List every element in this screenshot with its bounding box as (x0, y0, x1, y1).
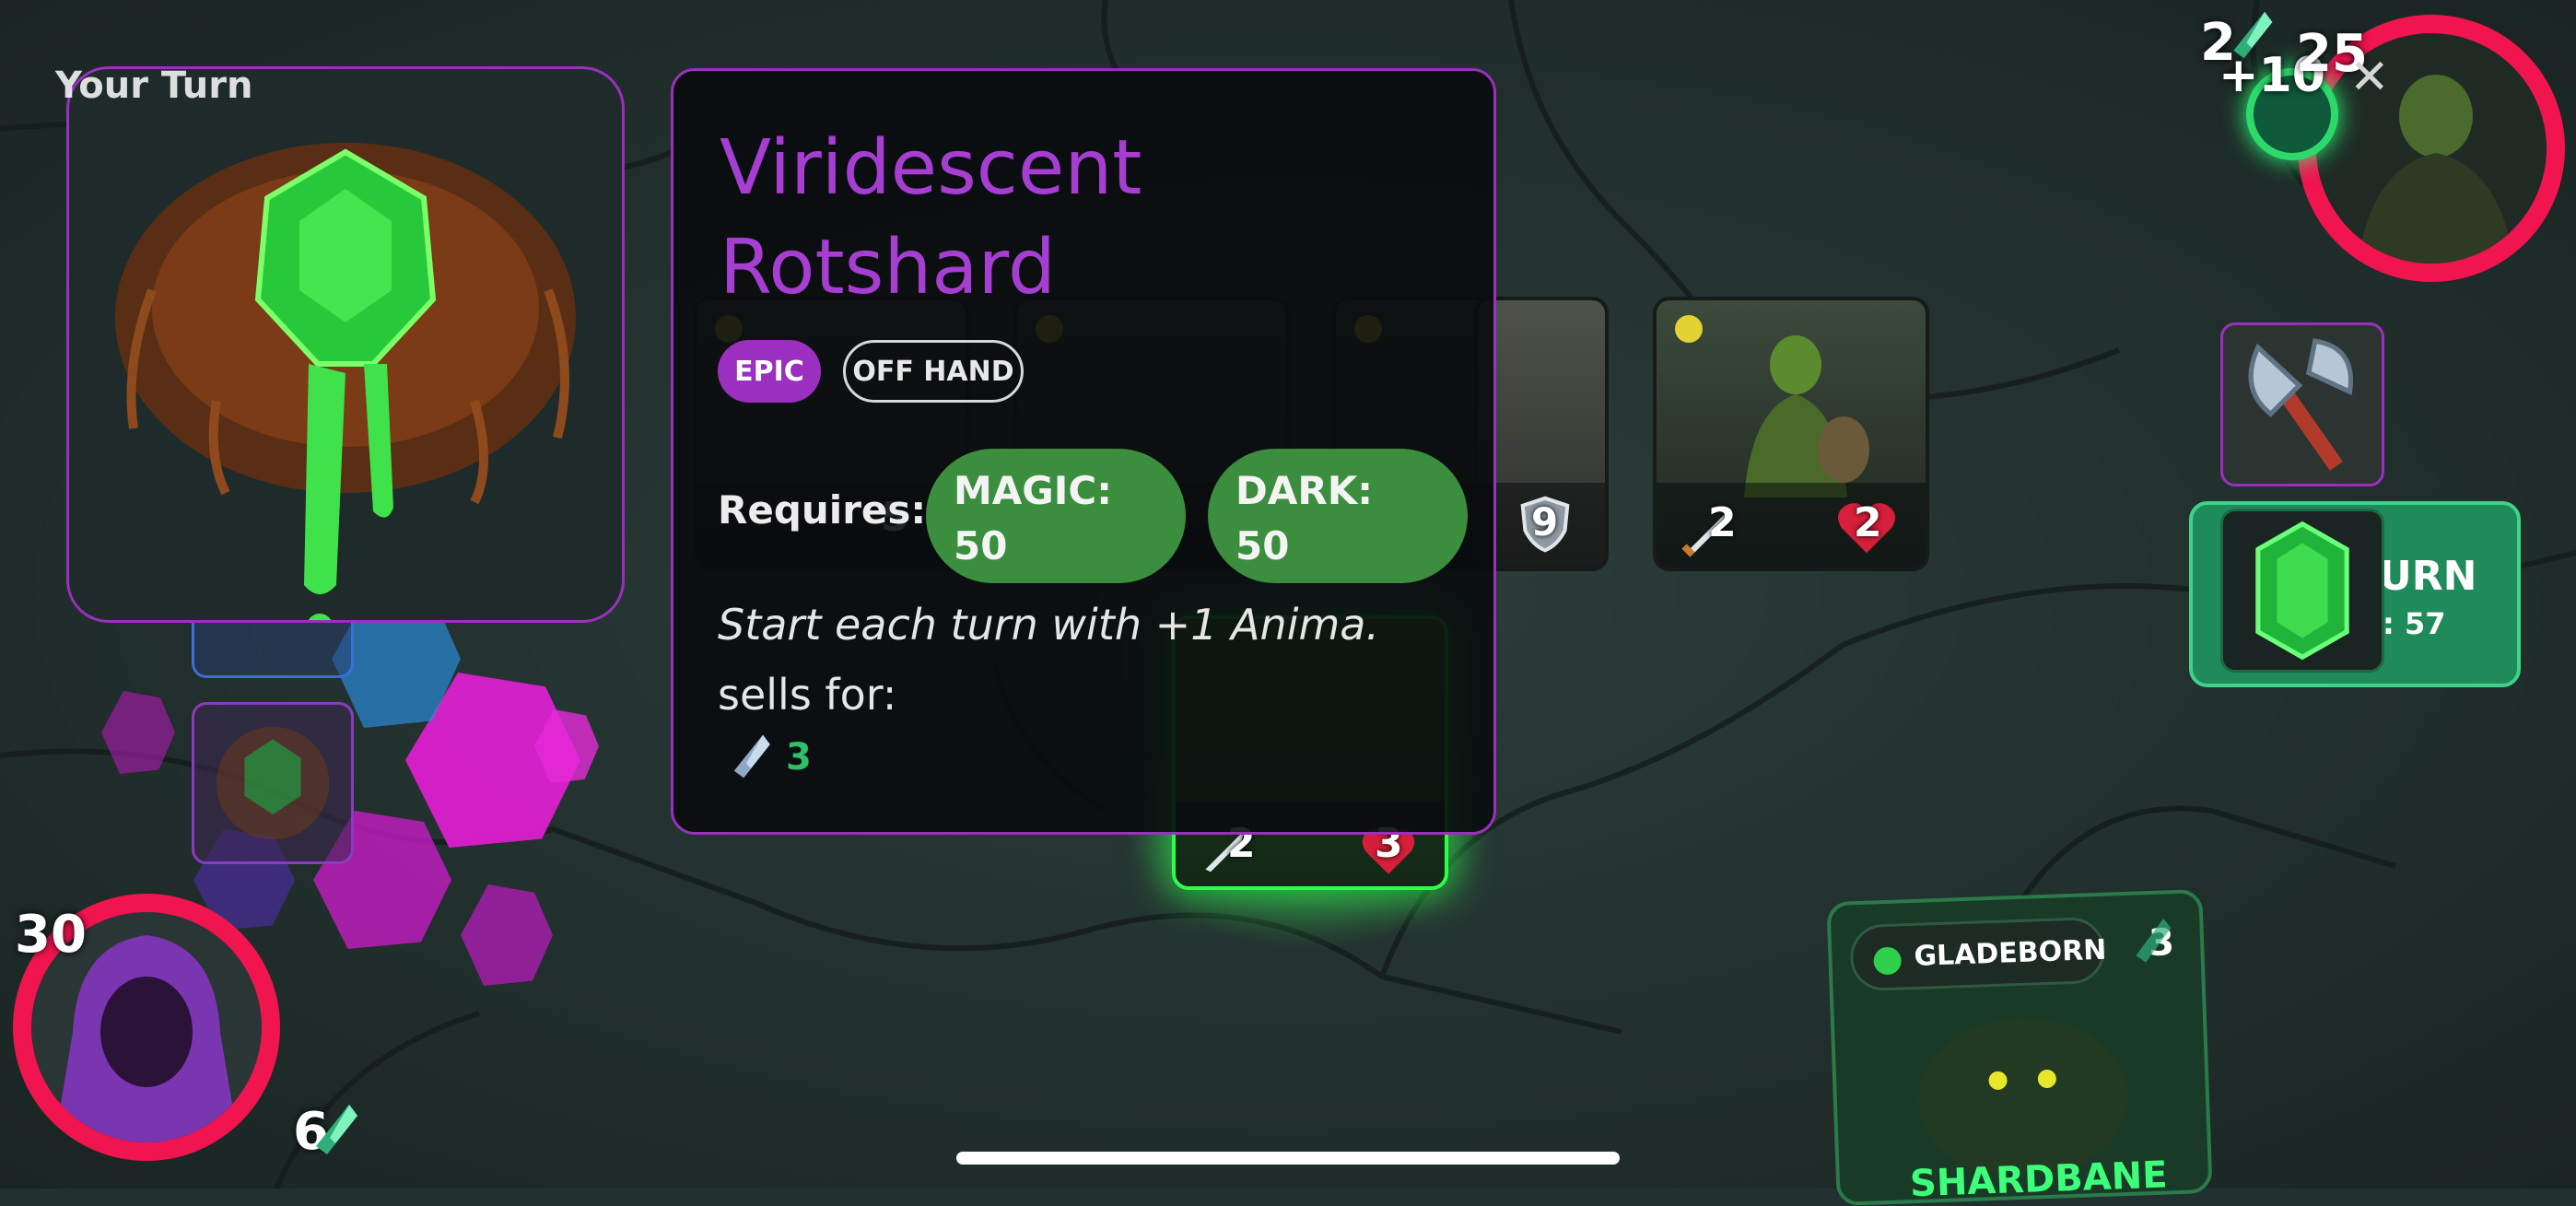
requirement-stat: DARK: (1235, 468, 1374, 513)
close-icon[interactable]: ✕ (2349, 50, 2390, 105)
rarity-badge: EPIC (718, 340, 821, 403)
player-health: 30 (15, 905, 87, 965)
item-effect: Start each turn with +1 Anima. (718, 600, 1380, 650)
item-art-preview (66, 66, 625, 623)
sells-for-label: sells for: (718, 670, 897, 720)
card-art (1918, 1018, 2128, 1178)
opponent-weapon-slot[interactable] (2220, 322, 2384, 486)
requirement-magic: MAGIC: 50 (926, 449, 1186, 583)
battle-axe-icon (2248, 338, 2354, 471)
slot-badge: OFF HAND (843, 340, 1024, 403)
requirement-value: 50 (954, 523, 1008, 568)
faction-dot-icon (1873, 946, 1903, 976)
end-turn-label: URN (2379, 553, 2477, 600)
opponent-offhand-slot[interactable] (2220, 509, 2384, 673)
health-value: 2 (1854, 499, 1882, 546)
board-card-orc[interactable]: 2 2 (1653, 297, 1929, 571)
requirement-stat: MAGIC: (954, 468, 1113, 513)
requirement-value: 50 (1235, 523, 1290, 568)
requirement-dark: DARK: 50 (1208, 449, 1468, 583)
hand-card[interactable]: GLADEBORN 3 SHARDBANE (1826, 888, 2213, 1206)
item-tooltip: Viridescent Rotshard EPIC OFF HAND Requi… (671, 68, 1496, 835)
sell-value: 3 (786, 736, 812, 779)
rotshard-gem-icon (216, 726, 330, 840)
emerald-gem-icon (2255, 521, 2349, 661)
equipment-slot-rotshard[interactable] (192, 702, 354, 864)
item-name: Viridescent Rotshard (720, 124, 1142, 311)
armor-value: 9 (1531, 499, 1559, 544)
turn-timer: : 57 (2383, 606, 2446, 641)
anima-crystal-icon (733, 734, 770, 779)
home-indicator[interactable] (956, 1152, 1620, 1165)
orc-warrior-icon (1744, 335, 1869, 498)
attack-value: 2 (1708, 499, 1737, 546)
faction-name: GLADEBORN (1913, 933, 2107, 973)
anima-crystal-icon (316, 1105, 357, 1154)
rotshard-gem-icon (115, 143, 576, 620)
requires-label: Requires: (718, 487, 927, 533)
anima-crystal-icon (2136, 919, 2172, 963)
card-name: SHARDBANE (1909, 1153, 2169, 1206)
faction-tag: GLADEBORN (1849, 916, 2107, 992)
turn-label: Your Turn (55, 64, 253, 107)
